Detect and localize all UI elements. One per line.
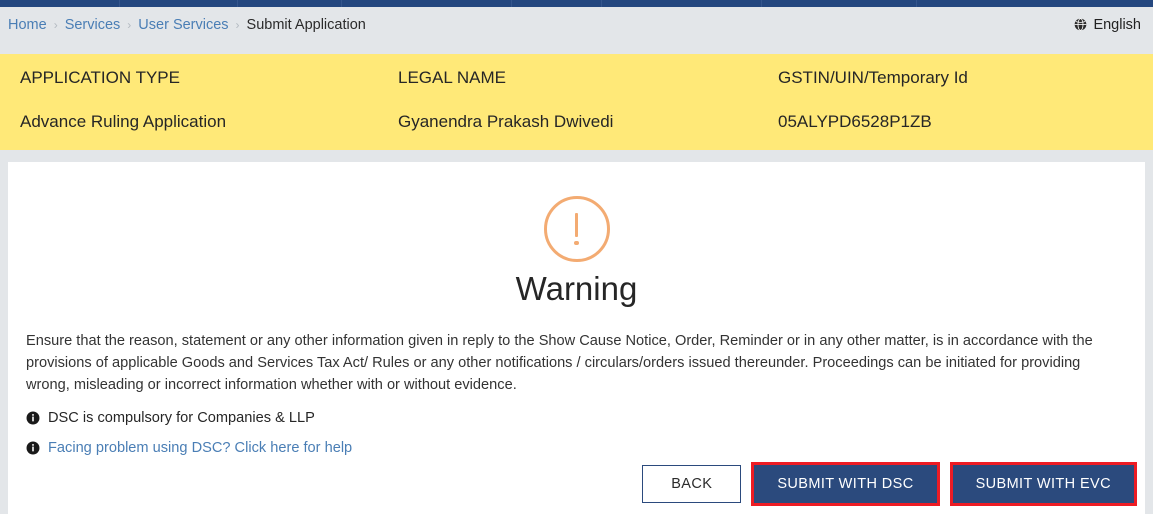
breadcrumb-separator-icon: › (54, 18, 58, 32)
breadcrumb-item-services[interactable]: Services (65, 17, 121, 33)
banner-label-legal-name: LEGAL NAME (398, 68, 778, 88)
breadcrumb-bar: Home › Services › User Services › Submit… (0, 7, 1153, 42)
note-label: DSC is compulsory for Companies & LLP (48, 410, 315, 426)
breadcrumb-separator-icon: › (236, 18, 240, 32)
exclamation-bar (575, 213, 579, 237)
submit-with-dsc-highlight: SUBMIT WITH DSC (751, 462, 939, 506)
application-summary-banner: APPLICATION TYPE LEGAL NAME GSTIN/UIN/Te… (0, 54, 1153, 150)
banner-value-gstin: 05ALYPD6528P1ZB (778, 112, 1133, 132)
breadcrumb-item-home[interactable]: Home (8, 17, 47, 33)
warning-icon-wrapper (8, 162, 1145, 262)
globe-icon (1074, 18, 1087, 31)
banner-value-legal-name: Gyanendra Prakash Dwivedi (398, 112, 778, 132)
warning-body-text: Ensure that the reason, statement or any… (26, 330, 1127, 396)
note-dsc-help[interactable]: Facing problem using DSC? Click here for… (26, 440, 1145, 456)
navbar-cell[interactable] (342, 0, 512, 7)
language-label: English (1093, 17, 1141, 33)
banner-label-row: APPLICATION TYPE LEGAL NAME GSTIN/UIN/Te… (0, 68, 1153, 88)
submit-with-evc-highlight: SUBMIT WITH EVC (950, 462, 1137, 506)
exclamation-dot (574, 241, 579, 246)
navbar-cell[interactable] (602, 0, 762, 7)
breadcrumb-item-submit-application: Submit Application (247, 17, 366, 33)
notes-list: DSC is compulsory for Companies & LLP Fa… (26, 410, 1145, 456)
warning-panel: Warning Ensure that the reason, statemen… (8, 162, 1145, 514)
submit-with-evc-button[interactable]: SUBMIT WITH EVC (953, 465, 1134, 503)
navbar-cell[interactable] (512, 0, 602, 7)
info-icon (26, 441, 40, 455)
info-icon (26, 411, 40, 425)
banner-label-application-type: APPLICATION TYPE (20, 68, 398, 88)
gst-submit-application-page: Home › Services › User Services › Submit… (0, 0, 1153, 514)
note-dsc-compulsory: DSC is compulsory for Companies & LLP (26, 410, 1145, 426)
back-button[interactable]: BACK (642, 465, 741, 503)
top-navbar (0, 0, 1153, 7)
navbar-cell[interactable] (762, 0, 917, 7)
submit-with-dsc-button[interactable]: SUBMIT WITH DSC (754, 465, 936, 503)
navbar-cell[interactable] (120, 0, 238, 7)
banner-value-row: Advance Ruling Application Gyanendra Pra… (0, 112, 1153, 132)
dsc-help-link[interactable]: Facing problem using DSC? Click here for… (48, 440, 352, 456)
breadcrumb-item-user-services[interactable]: User Services (138, 17, 228, 33)
warning-exclamation-icon (544, 196, 610, 262)
navbar-cell[interactable] (0, 0, 120, 7)
language-selector[interactable]: English (1074, 17, 1141, 33)
navbar-cell[interactable] (238, 0, 342, 7)
breadcrumb-separator-icon: › (127, 18, 131, 32)
banner-value-application-type: Advance Ruling Application (20, 112, 398, 132)
breadcrumb: Home › Services › User Services › Submit… (8, 17, 366, 33)
page-title: Warning (8, 270, 1145, 308)
banner-label-gstin: GSTIN/UIN/Temporary Id (778, 68, 1133, 88)
action-button-row: BACK SUBMIT WITH DSC SUBMIT WITH EVC (642, 462, 1137, 506)
